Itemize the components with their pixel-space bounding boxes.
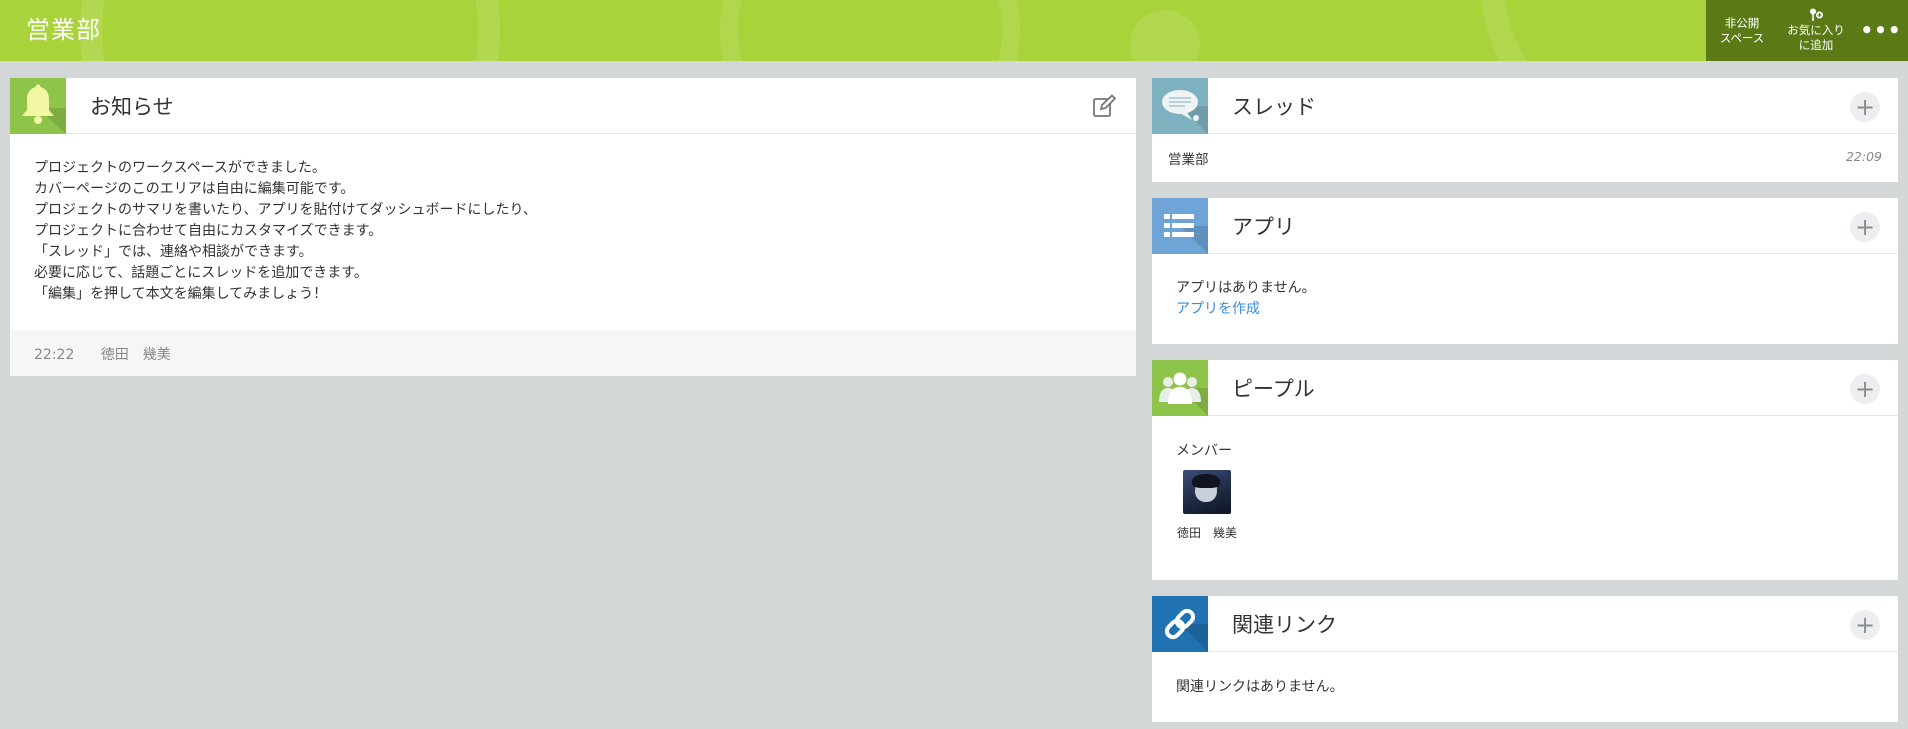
- add-favorite-button[interactable]: お気に入り に追加: [1778, 0, 1854, 61]
- pin-icon: [1810, 8, 1823, 21]
- people-icon: [1159, 372, 1208, 416]
- notice-author[interactable]: 徳田 幾美: [101, 347, 171, 363]
- private-space-label-line1: 非公開: [1724, 15, 1760, 30]
- member-card[interactable]: 徳田 幾美: [1172, 470, 1242, 541]
- thread-item[interactable]: 営業部 22:09: [1152, 134, 1898, 180]
- edit-icon[interactable]: [1092, 94, 1116, 118]
- related-links-panel: 関連リンク + 関連リンクはありません。: [1152, 596, 1898, 722]
- related-links-body: 関連リンクはありません。: [1152, 652, 1898, 720]
- thread-icon-tile: [1152, 78, 1208, 134]
- header-actions: 非公開 スペース お気に入り に追加 •••: [1706, 0, 1908, 61]
- notice-body: プロジェクトのワークスペースができました。 カバーページのこのエリアは自由に編集…: [10, 134, 1136, 332]
- add-favorite-label-line2: に追加: [1798, 38, 1834, 52]
- list-icon: [1164, 214, 1208, 254]
- notice-line: プロジェクトに合わせて自由にカスタマイズできます。: [34, 223, 383, 239]
- space-header: 営業部 非公開 スペース お気に入り に追加 •••: [0, 0, 1908, 61]
- notice-panel: お知らせ プロジェクトのワークスペースができました。 カバーページのこのエリアは…: [10, 78, 1136, 376]
- header-decoration: [1130, 10, 1200, 61]
- people-panel: ピープル + メンバー 徳田 幾美: [1152, 360, 1898, 580]
- people-title: ピープル: [1232, 377, 1315, 401]
- more-icon: •••: [1860, 18, 1902, 42]
- apps-empty-message: アプリはありません。: [1176, 280, 1316, 296]
- thread-title: スレッド: [1232, 95, 1316, 119]
- apps-body: アプリはありません。 アプリを作成: [1152, 254, 1898, 344]
- add-favorite-label-line1: お気に入り: [1787, 23, 1845, 37]
- related-links-panel-header: 関連リンク +: [1152, 596, 1898, 652]
- add-link-button[interactable]: +: [1850, 610, 1880, 640]
- notice-line: カバーページのこのエリアは自由に編集可能です。: [34, 181, 355, 197]
- header-decoration: [720, 0, 1020, 61]
- apps-title: アプリ: [1232, 215, 1295, 239]
- related-links-title: 関連リンク: [1232, 613, 1337, 637]
- notice-time: 22:22: [34, 347, 75, 363]
- chain-link-icon: [1164, 608, 1208, 652]
- add-member-button[interactable]: +: [1850, 374, 1880, 404]
- private-space-label-line2: スペース: [1719, 30, 1765, 45]
- speech-bubble-icon: [1162, 90, 1208, 134]
- header-decoration: [80, 0, 500, 61]
- more-options-button[interactable]: •••: [1854, 0, 1908, 61]
- related-links-empty-message: 関連リンクはありません。: [1176, 679, 1344, 695]
- apps-icon-tile: [1152, 198, 1208, 254]
- people-body: メンバー 徳田 幾美: [1152, 416, 1898, 565]
- thread-panel-header: スレッド +: [1152, 78, 1898, 134]
- notice-title: お知らせ: [90, 95, 174, 119]
- create-app-link[interactable]: アプリを作成: [1176, 299, 1874, 320]
- notice-line: プロジェクトのサマリを書いたり、アプリを貼付けてダッシュボードにしたり、: [34, 202, 537, 218]
- notice-panel-header: お知らせ: [10, 78, 1136, 134]
- people-panel-header: ピープル +: [1152, 360, 1898, 416]
- space-title: 営業部: [26, 16, 101, 44]
- thread-item-time: 22:09: [1845, 149, 1882, 164]
- add-thread-button[interactable]: +: [1850, 92, 1880, 122]
- notice-line: プロジェクトのワークスペースができました。: [34, 160, 326, 176]
- notice-footer: 22:22 徳田 幾美: [10, 330, 1136, 376]
- notice-line: 「スレッド」では、連絡や相談ができます。: [34, 244, 313, 260]
- bell-icon: [22, 84, 66, 134]
- notice-line: 「編集」を押して本文を編集してみましょう！: [34, 286, 328, 302]
- apps-panel-header: アプリ +: [1152, 198, 1898, 254]
- notice-icon-tile: [10, 78, 66, 134]
- private-space-button[interactable]: 非公開 スペース: [1706, 0, 1778, 61]
- apps-panel: アプリ + アプリはありません。 アプリを作成: [1152, 198, 1898, 344]
- member-section-label: メンバー: [1176, 443, 1232, 459]
- thread-item-name[interactable]: 営業部: [1168, 152, 1209, 168]
- people-icon-tile: [1152, 360, 1208, 416]
- add-app-button[interactable]: +: [1850, 212, 1880, 242]
- notice-line: 必要に応じて、話題ごとにスレッドを追加できます。: [34, 265, 368, 281]
- avatar[interactable]: [1183, 470, 1231, 514]
- links-icon-tile: [1152, 596, 1208, 652]
- member-name[interactable]: 徳田 幾美: [1177, 524, 1237, 541]
- thread-panel: スレッド + 営業部 22:09: [1152, 78, 1898, 182]
